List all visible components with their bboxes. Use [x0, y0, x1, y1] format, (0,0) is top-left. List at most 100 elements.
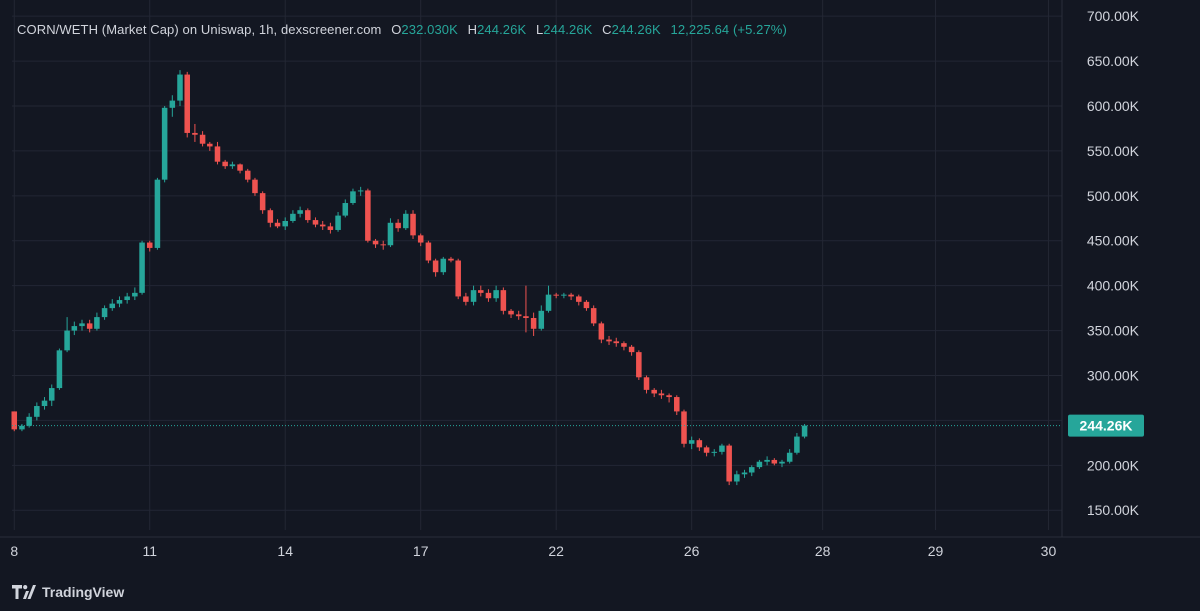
y-tick-label: 200.00K	[1087, 457, 1140, 473]
candle-body	[101, 308, 108, 318]
candle-body	[282, 220, 288, 227]
candle-body	[139, 242, 145, 293]
candle-body	[327, 226, 334, 230]
x-tick-label: 22	[548, 543, 564, 559]
x-tick-label: 29	[928, 543, 944, 559]
candle-body	[764, 459, 770, 462]
candle	[124, 292, 130, 304]
candle-body	[335, 215, 341, 230]
candle-body	[380, 244, 386, 246]
y-tick-label: 550.00K	[1087, 143, 1140, 159]
candle	[478, 285, 484, 297]
candle	[199, 131, 206, 147]
symbol-title: CORN/WETH (Market Cap) on Uniswap, 1h, d…	[17, 22, 382, 37]
low-value: 244.26K	[543, 22, 593, 37]
candle-body	[703, 447, 710, 453]
candle	[214, 141, 221, 165]
tradingview-logo[interactable]: TradingView	[12, 584, 124, 600]
candle-body	[455, 260, 461, 297]
candle-body	[259, 193, 266, 211]
candle	[568, 292, 574, 301]
candle	[493, 285, 499, 302]
candle	[440, 256, 447, 275]
candle	[335, 212, 341, 232]
candle-body	[395, 222, 401, 229]
candle	[305, 208, 311, 223]
candle	[71, 321, 78, 336]
y-tick-label: 700.00K	[1087, 8, 1140, 24]
candle	[161, 106, 168, 183]
candle	[726, 443, 732, 486]
candle	[139, 240, 145, 295]
price-axis: 150.00K 200.00K 300.00K 350.00K 400.00K 450.0…	[1087, 8, 1140, 518]
candle	[222, 159, 228, 169]
candle	[319, 220, 326, 230]
change-value: 12,225.64 (+5.27%)	[670, 22, 787, 37]
candle	[734, 470, 740, 486]
candle-body	[628, 346, 635, 353]
candle-body	[244, 170, 251, 180]
chart-container: 244.26K 150.00K 200.00K 300.00K 350.00K 400.…	[0, 0, 1200, 611]
candle-body	[319, 224, 326, 227]
candle-body	[726, 445, 732, 482]
candle	[387, 218, 394, 248]
candle-body	[696, 440, 703, 448]
candle-body	[417, 235, 424, 243]
candle-body	[719, 445, 725, 452]
candle-body	[229, 164, 236, 167]
candle	[327, 222, 334, 234]
open-label: O	[391, 22, 402, 37]
x-tick-label: 11	[142, 543, 157, 559]
y-tick-label: 500.00K	[1087, 188, 1140, 204]
candle	[116, 296, 123, 308]
candle	[606, 335, 612, 345]
candle	[786, 449, 793, 464]
candle-body	[493, 290, 499, 299]
candle	[380, 240, 386, 250]
candle-body	[365, 190, 371, 241]
x-tick-label: 8	[10, 543, 18, 559]
candle	[703, 445, 710, 457]
candle	[553, 292, 559, 299]
candle	[523, 285, 529, 333]
brand-name: TradingView	[42, 584, 125, 600]
y-tick-label: 300.00K	[1087, 367, 1140, 383]
candle	[403, 210, 409, 230]
x-tick-label: 28	[815, 543, 831, 559]
candles	[11, 70, 808, 486]
tradingview-icon	[12, 585, 36, 599]
candle	[252, 177, 258, 196]
candlestick-chart[interactable]: 244.26K 150.00K 200.00K 300.00K 350.00K 400.…	[0, 0, 1200, 611]
candle	[448, 256, 454, 263]
candle-body	[606, 339, 612, 342]
candle	[79, 319, 85, 331]
close-value: 244.26K	[611, 22, 661, 37]
candle	[34, 402, 40, 421]
x-tick-label: 14	[277, 543, 293, 559]
candle	[207, 141, 213, 151]
candle-body	[530, 318, 537, 329]
candle-body	[485, 292, 492, 299]
candle	[741, 469, 748, 478]
candle	[508, 309, 514, 318]
candle	[237, 163, 243, 174]
candle-body	[741, 472, 748, 475]
candle	[681, 409, 687, 448]
candle	[312, 217, 319, 228]
y-tick-label: 350.00K	[1087, 323, 1140, 339]
candle-body	[19, 425, 25, 430]
candle	[636, 350, 642, 380]
candle	[711, 449, 718, 457]
candle	[290, 210, 296, 223]
candle	[515, 310, 522, 320]
time-axis: 8 11 14 17 22 26 28 29 30	[10, 543, 1056, 559]
candle	[94, 312, 100, 331]
candle	[658, 389, 665, 399]
candle-body	[48, 388, 55, 401]
candle-body	[161, 107, 168, 180]
candle-body	[508, 310, 514, 315]
candle-body	[523, 316, 529, 318]
candle-body	[440, 258, 447, 273]
candle	[154, 177, 161, 250]
candle-body	[94, 317, 100, 329]
